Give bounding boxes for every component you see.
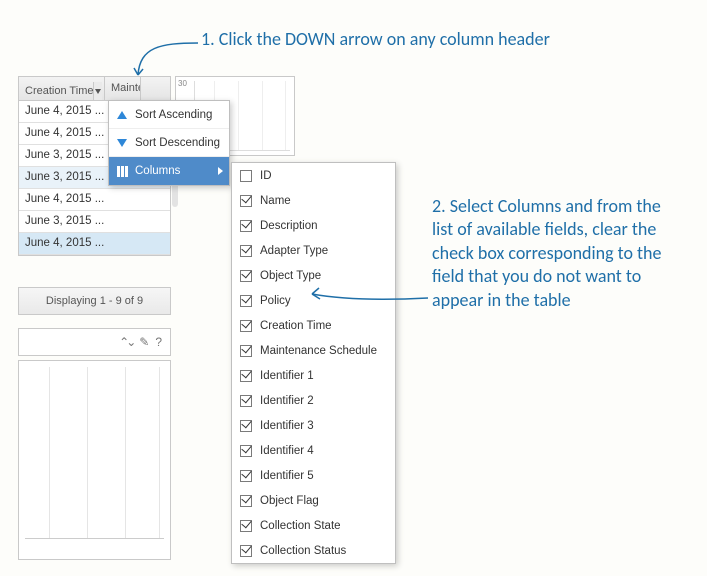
menu-item-columns[interactable]: Columns xyxy=(109,157,229,185)
sort-descending-icon xyxy=(115,136,129,150)
column-option-id[interactable]: ID xyxy=(232,163,395,188)
column-option-label: Policy xyxy=(260,295,291,307)
column-option-maintenance-schedule[interactable]: Maintenance Schedule xyxy=(232,338,395,363)
help-icon[interactable]: ? xyxy=(155,335,162,349)
column-header-label: Mainte xyxy=(111,82,141,94)
checkbox[interactable] xyxy=(240,495,252,507)
column-option-identifier-4[interactable]: Identifier 4 xyxy=(232,438,395,463)
checkbox[interactable] xyxy=(240,445,252,457)
checkbox[interactable] xyxy=(240,345,252,357)
bottom-chart-panel xyxy=(18,360,171,560)
menu-item-label: Sort Ascending xyxy=(135,109,212,121)
column-option-object-flag[interactable]: Object Flag xyxy=(232,488,395,513)
edit-icon[interactable]: ✎ xyxy=(139,335,149,349)
column-option-label: Identifier 2 xyxy=(260,395,314,407)
checkbox[interactable] xyxy=(240,470,252,482)
column-option-name[interactable]: Name xyxy=(232,188,395,213)
column-option-description[interactable]: Description xyxy=(232,213,395,238)
checkbox[interactable] xyxy=(240,420,252,432)
column-option-label: Object Flag xyxy=(260,495,319,507)
menu-item-label: Sort Descending xyxy=(135,137,220,149)
chevron-down-icon xyxy=(95,89,101,94)
checkbox[interactable] xyxy=(240,245,252,257)
columns-submenu: ID Name Description Adapter Type Object … xyxy=(231,162,396,564)
table-row[interactable]: June 3, 2015 ... xyxy=(19,211,170,233)
column-option-identifier-3[interactable]: Identifier 3 xyxy=(232,413,395,438)
column-header-dropdown-button[interactable] xyxy=(93,82,102,100)
column-option-identifier-2[interactable]: Identifier 2 xyxy=(232,388,395,413)
column-header-menu: Sort Ascending Sort Descending Columns xyxy=(108,100,230,186)
column-option-label: Collection State xyxy=(260,520,341,532)
checkbox[interactable] xyxy=(240,220,252,232)
annotation-step-2: 2. Select Columns and from the list of a… xyxy=(432,195,682,312)
column-header-label: Creation Time xyxy=(25,85,93,97)
sort-ascending-icon xyxy=(115,108,129,122)
checkbox[interactable] xyxy=(240,270,252,282)
column-header-maintenance[interactable]: Mainte xyxy=(105,77,141,100)
column-option-label: Collection Status xyxy=(260,545,346,557)
chart-y-tick: 30 xyxy=(178,79,187,88)
column-option-label: ID xyxy=(260,170,272,182)
pager-text: Displaying 1 - 9 of 9 xyxy=(46,295,143,307)
column-option-label: Identifier 5 xyxy=(260,470,314,482)
checkbox[interactable] xyxy=(240,520,252,532)
checkbox[interactable] xyxy=(240,170,252,182)
pager-bar: Displaying 1 - 9 of 9 xyxy=(18,287,171,315)
column-option-identifier-1[interactable]: Identifier 1 xyxy=(232,363,395,388)
column-option-label: Identifier 4 xyxy=(260,445,314,457)
column-option-creation-time[interactable]: Creation Time xyxy=(232,313,395,338)
column-header-creation-time[interactable]: Creation Time xyxy=(19,77,105,100)
column-option-label: Name xyxy=(260,195,291,207)
chevron-right-icon xyxy=(218,167,223,175)
column-option-adapter-type[interactable]: Adapter Type xyxy=(232,238,395,263)
menu-item-sort-ascending[interactable]: Sort Ascending xyxy=(109,101,229,129)
column-option-collection-state[interactable]: Collection State xyxy=(232,513,395,538)
column-header-row: Creation Time Mainte xyxy=(19,77,170,101)
column-option-label: Creation Time xyxy=(260,320,332,332)
checkbox[interactable] xyxy=(240,195,252,207)
column-option-label: Identifier 1 xyxy=(260,370,314,382)
column-option-label: Identifier 3 xyxy=(260,420,314,432)
checkbox[interactable] xyxy=(240,320,252,332)
checkbox[interactable] xyxy=(240,295,252,307)
table-row[interactable]: June 4, 2015 ... xyxy=(19,233,170,255)
menu-item-sort-descending[interactable]: Sort Descending xyxy=(109,129,229,157)
column-option-label: Adapter Type xyxy=(260,245,328,257)
expand-collapse-icon[interactable]: ⌃⌄ xyxy=(119,335,133,349)
menu-item-label: Columns xyxy=(135,165,180,177)
annotation-step-1: 1. Click the DOWN arrow on any column he… xyxy=(201,28,661,51)
column-option-identifier-5[interactable]: Identifier 5 xyxy=(232,463,395,488)
checkbox[interactable] xyxy=(240,395,252,407)
checkbox[interactable] xyxy=(240,545,252,557)
table-row[interactable]: June 4, 2015 ... xyxy=(19,189,170,211)
pointer-arrow-2 xyxy=(300,270,440,310)
column-option-label: Maintenance Schedule xyxy=(260,345,377,357)
checkbox[interactable] xyxy=(240,370,252,382)
columns-icon xyxy=(115,164,129,178)
column-option-label: Description xyxy=(260,220,318,232)
toolbar: ⌃⌄ ✎ ? xyxy=(18,328,171,356)
column-option-collection-status[interactable]: Collection Status xyxy=(232,538,395,563)
